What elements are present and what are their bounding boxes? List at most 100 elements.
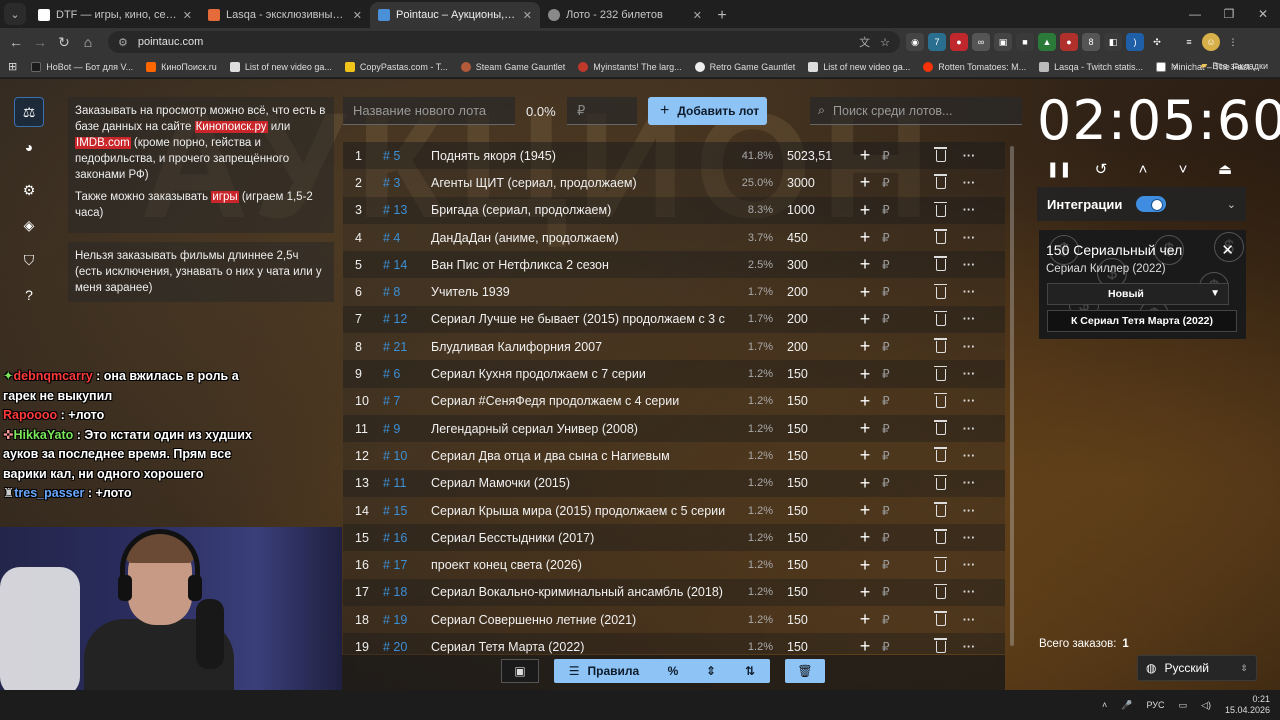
extension-icon[interactable]: ∞ [972,33,990,51]
address-bar[interactable]: ⚙ pointauc.com 文 ☆ [108,31,900,53]
bookmark-item[interactable]: List of new video ga... [808,61,910,72]
browser-tab[interactable]: DTF — игры, кино, сериалы, р ✕ [30,2,200,28]
add-amount-input[interactable]: ₽ [882,340,912,354]
more-options-icon[interactable]: ··· [954,340,984,354]
add-amount-input[interactable]: ₽ [882,203,912,217]
tab-close-icon[interactable]: ✕ [693,9,702,22]
lot-row[interactable]: 12 # 10 Сериал Два отца и два сына с Нагие… [343,442,1005,470]
add-lot-button[interactable]: + Добавить лот [648,97,767,125]
lot-row[interactable]: 18 # 19 Сериал Совершенно летние (2021) 1.2… [343,606,1005,634]
bookmark-item[interactable]: Steam Game Gauntlet [460,61,565,72]
add-amount-input[interactable]: ₽ [882,449,912,463]
more-options-icon[interactable]: ··· [954,476,984,490]
add-amount-input[interactable]: ₽ [882,504,912,518]
delete-trash-icon[interactable] [928,147,954,163]
delete-trash-icon[interactable] [928,583,954,600]
delete-trash-icon[interactable] [928,556,954,573]
lot-row[interactable]: 9 # 6 Сериал Кухня продолжаем с 7 серии 1.2… [343,360,1005,388]
bookmark-item[interactable]: Retro Game Gauntlet [694,61,795,72]
chevron-up-icon[interactable]: ˄ [1130,157,1156,181]
lot-row[interactable]: 7 # 12 Сериал Лучше не бывает (2015) продо… [343,305,1005,334]
games-link[interactable]: игры [211,191,239,203]
forward-icon[interactable]: → [28,30,52,54]
lot-row[interactable]: 3 # 13 Бригада (сериал, продолжаем) 8.3% 100… [343,196,1005,224]
reading-list-icon[interactable]: ≡ [1180,33,1198,51]
add-amount-input[interactable]: ₽ [882,585,912,599]
lot-row[interactable]: 4 # 4 ДанДаДан (аниме, продолжаем) 3.7% 450 +… [343,223,1005,252]
lot-name[interactable]: Сериал Лучше не бывает (2015) продолжаем… [431,312,731,326]
add-amount-plus-icon[interactable]: + [848,582,882,603]
delete-trash-icon[interactable] [928,310,954,327]
rules-button[interactable]: ☰ Правила [554,659,654,683]
lot-name[interactable]: Сериал Крыша мира (2015) продолжаем с 5 … [431,504,731,518]
lot-name[interactable]: Сериал #СеняФедя продолжаем с 4 серии [431,394,731,408]
delete-trash-icon[interactable] [928,447,954,463]
more-options-icon[interactable]: ··· [954,176,984,190]
close-icon[interactable]: ✕ [1221,241,1234,259]
tab-close-icon[interactable]: ✕ [353,9,362,22]
delete-trash-icon[interactable] [928,638,954,654]
lot-name[interactable]: Бригада (сериал, продолжаем) [431,203,731,217]
add-amount-plus-icon[interactable]: + [848,227,882,248]
system-clock[interactable]: 0:21 15.04.2026 [1225,694,1270,716]
extension-icon[interactable]: ) [1126,33,1144,51]
compress-icon[interactable]: ⇕ [692,659,730,683]
sort-icon[interactable]: ⇅ [730,659,770,683]
site-info-icon[interactable]: ⚙ [118,36,128,49]
add-amount-plus-icon[interactable]: + [848,555,882,576]
bookmark-item[interactable]: КиноПоиск.ru [146,61,217,72]
language-select[interactable]: ◍ Русский ⇳ [1137,655,1257,681]
add-amount-input[interactable]: ₽ [882,422,912,436]
browser-tab-active[interactable]: Pointauc – Аукционы, лотерея ✕ [370,2,540,28]
lot-row[interactable]: 13 # 11 Сериал Мамочки (2015) 1.2% 150 + ₽ ··· [343,469,1005,497]
add-amount-input[interactable]: ₽ [882,613,912,627]
bookmark-item[interactable]: HoBot — Бот для V... [31,61,133,72]
lot-name[interactable]: Ван Пис от Нетфликса 2 сезон [431,258,731,272]
delete-trash-icon[interactable] [928,474,954,491]
extension-icon[interactable]: 7 [928,33,946,51]
more-options-icon[interactable]: ··· [954,585,984,599]
more-options-icon[interactable]: ··· [954,422,984,436]
delete-trash-icon[interactable] [928,338,954,354]
delete-trash-icon[interactable] [928,283,954,300]
add-amount-plus-icon[interactable]: + [848,418,882,439]
more-options-icon[interactable]: ··· [954,640,984,654]
lot-name[interactable]: Поднять якоря (1945) [431,149,731,163]
extension-icon[interactable]: ▣ [994,33,1012,51]
add-amount-plus-icon[interactable]: + [848,391,882,412]
address-url[interactable]: pointauc.com [138,36,859,48]
extensions-puzzle-icon[interactable]: ✣ [1148,33,1166,51]
add-amount-plus-icon[interactable]: + [848,609,882,630]
new-tab-icon[interactable]: + [710,4,734,28]
more-options-icon[interactable]: ··· [954,504,984,518]
auction-icon[interactable]: ⚖ [14,97,44,127]
eject-icon[interactable]: ⏏ [1212,157,1238,181]
layers-icon[interactable]: ◈ [14,210,44,240]
delete-trash-icon[interactable] [928,529,954,545]
tab-close-icon[interactable]: ✕ [183,9,192,22]
lot-name[interactable]: Сериал Два отца и два сына с Нагиевым [431,449,731,463]
delete-trash-icon[interactable] [928,174,954,190]
apps-grid-icon[interactable]: ⊞ [8,60,17,73]
microphone-icon[interactable]: 🎤 [1121,700,1132,711]
delete-trash-icon[interactable] [928,201,954,218]
lot-name[interactable]: Легендарный сериал Универ (2008) [431,422,731,436]
delete-trash-icon[interactable] [928,229,954,245]
clear-all-trash-icon[interactable]: 🗑 [785,659,825,683]
more-options-icon[interactable]: ··· [954,367,984,381]
extension-icon[interactable]: ▲ [1038,33,1056,51]
add-amount-input[interactable]: ₽ [882,312,912,326]
reset-icon[interactable]: ↺ [1088,157,1114,181]
delete-trash-icon[interactable] [928,420,954,436]
more-options-icon[interactable]: ··· [954,613,984,627]
extension-icon[interactable]: ● [1060,33,1078,51]
more-options-icon[interactable]: ··· [954,449,984,463]
add-amount-plus-icon[interactable]: + [848,445,882,466]
help-icon[interactable]: ? [14,280,44,310]
lot-row[interactable]: 16 # 17 проект конец света (2026) 1.2% 150 + ₽… [343,551,1005,579]
bookmark-item[interactable]: Myinstants! The larg... [578,61,682,72]
more-options-icon[interactable]: ··· [954,231,984,245]
minimize-icon[interactable]: — [1178,0,1212,28]
pause-icon[interactable]: ❚❚ [1046,157,1072,181]
kinopoisk-link[interactable]: Кинопоиск.ру [194,121,268,133]
